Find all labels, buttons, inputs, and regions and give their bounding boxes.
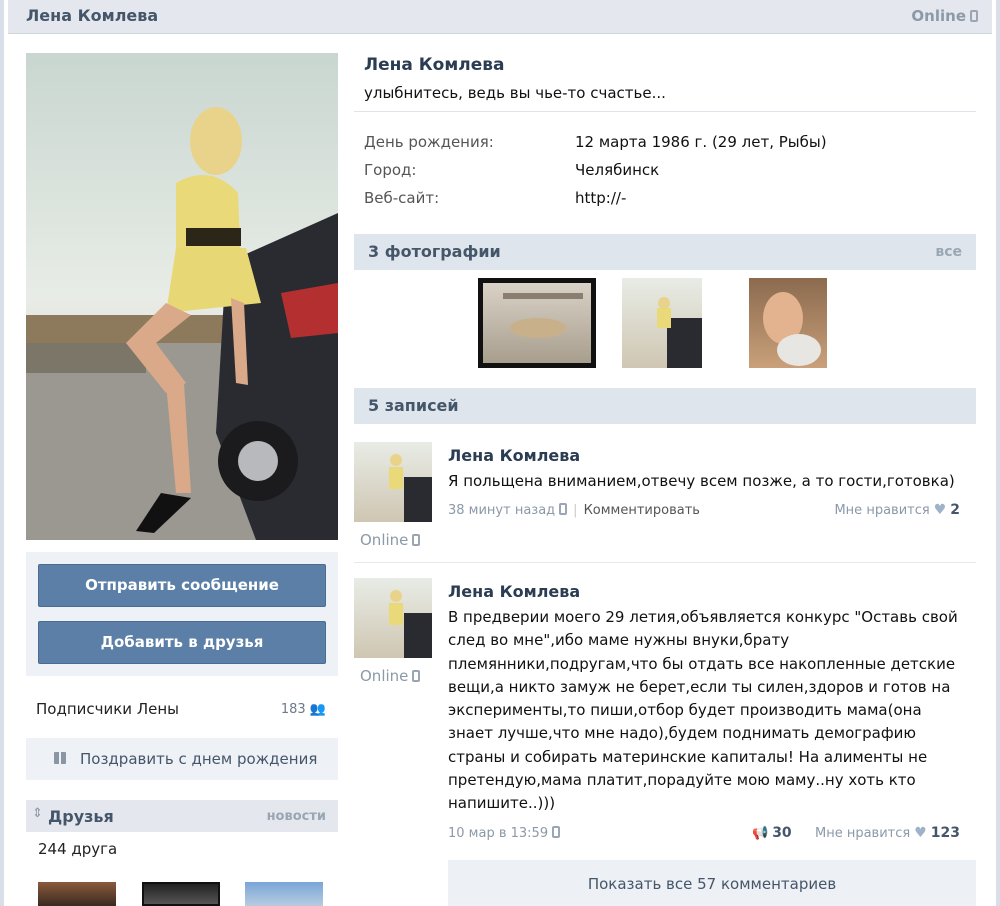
action-buttons: Отправить сообщение Добавить в друзья bbox=[26, 552, 338, 676]
friends-header: ⇕ Друзья новости bbox=[26, 800, 338, 832]
friend-thumbnail[interactable] bbox=[142, 882, 220, 906]
comment-link[interactable]: Комментировать bbox=[584, 503, 700, 518]
friends-title[interactable]: Друзья bbox=[48, 807, 114, 826]
profile-name: Лена Комлева bbox=[364, 55, 505, 75]
post-author-avatar[interactable] bbox=[354, 442, 432, 522]
post-author-name[interactable]: Лена Комлева bbox=[448, 582, 580, 601]
photo-thumbnail[interactable] bbox=[622, 278, 702, 368]
post-author-name[interactable]: Лена Комлева bbox=[448, 446, 580, 465]
post-text-line: страны и собирать материнские капиталы! … bbox=[448, 747, 928, 766]
post-text: Я польщена вниманием,отвечу всем позже, … bbox=[448, 472, 955, 490]
photo-thumbnail[interactable] bbox=[749, 278, 827, 368]
photo-image bbox=[763, 292, 821, 366]
friend-thumbnail[interactable] bbox=[38, 882, 116, 906]
post-text-line: вещи,а никто замуж не берет,если ты силе… bbox=[448, 677, 951, 696]
post-text: В предверии моего 29 летия,объявляется к… bbox=[448, 606, 968, 816]
post-author-online: Online bbox=[360, 667, 421, 685]
post-text-line: след во мне",ибо маме нужны внуки,брату bbox=[448, 631, 790, 650]
post-time[interactable]: 38 минут назад bbox=[448, 503, 555, 518]
heart-icon: ♥ bbox=[933, 502, 947, 518]
sort-arrows-icon[interactable]: ⇕ bbox=[32, 806, 43, 821]
post-divider bbox=[354, 562, 976, 563]
mobile-icon bbox=[412, 534, 421, 546]
like-button[interactable]: Мне нравится ♥ 123 bbox=[815, 825, 960, 841]
post-meta: 38 минут назад | Комментировать bbox=[448, 503, 700, 518]
mobile-icon bbox=[412, 670, 421, 682]
birthday-greeting-button[interactable]: Поздравить с днем рождения bbox=[26, 738, 338, 780]
mobile-icon bbox=[552, 826, 561, 838]
wall-title[interactable]: 5 записей bbox=[368, 396, 459, 415]
info-value[interactable]: Челябинск bbox=[575, 161, 659, 179]
post-text-line: эксперименты,то пиши,отбор будет произво… bbox=[448, 701, 922, 720]
like-label: Мне нравится bbox=[814, 826, 911, 841]
gift-icon bbox=[54, 750, 66, 764]
subscribers-label: Подписчики Лены bbox=[36, 700, 179, 718]
profile-status: улыбнитесь, ведь вы чье-то счастье... bbox=[364, 84, 666, 102]
mobile-icon bbox=[970, 10, 978, 22]
heart-icon: ♥ bbox=[914, 825, 927, 841]
subscribers-count-value: 183 bbox=[280, 702, 306, 717]
friends-news-link[interactable]: новости bbox=[267, 809, 326, 824]
like-label: Мне нравится bbox=[834, 503, 930, 518]
header-name[interactable]: Лена Комлева bbox=[26, 6, 158, 25]
photos-header: 3 фотографии все bbox=[354, 234, 976, 270]
like-count: 123 bbox=[930, 825, 960, 841]
profile-page: Лена Комлева Online Отправить сообщение … bbox=[0, 0, 1000, 906]
top-bar: Лена Комлева Online bbox=[8, 0, 992, 34]
subscribers-link[interactable]: Подписчики Лены 183 👥 bbox=[36, 700, 326, 718]
post-author-avatar[interactable] bbox=[354, 578, 432, 658]
post-text-line: напишите..))) bbox=[448, 794, 556, 813]
online-label: Online bbox=[911, 7, 966, 25]
avatar-image bbox=[389, 590, 432, 658]
show-all-comments-button[interactable]: Показать все 57 комментариев bbox=[448, 860, 976, 906]
post-text-line: В предверии моего 29 летия,объявляется к… bbox=[448, 608, 958, 626]
online-label: Online bbox=[360, 667, 409, 685]
wall-header: 5 записей bbox=[354, 388, 976, 424]
friends-count[interactable]: 244 друга bbox=[38, 840, 117, 858]
avatar-image bbox=[389, 454, 432, 522]
mobile-icon bbox=[559, 503, 568, 515]
people-icon: 👥 bbox=[309, 702, 326, 717]
profile-avatar[interactable] bbox=[26, 53, 338, 540]
post-text-line: знает лучше,что мне надо),будем поднимат… bbox=[448, 724, 917, 743]
post-author-online: Online bbox=[360, 531, 421, 549]
photos-title[interactable]: 3 фотографии bbox=[368, 242, 501, 261]
photos-all-link[interactable]: все bbox=[935, 244, 962, 260]
info-label: Веб-сайт: bbox=[364, 189, 440, 207]
like-count: 2 bbox=[950, 502, 960, 518]
megaphone-icon: 📢 bbox=[752, 826, 769, 841]
photo-image bbox=[503, 293, 583, 338]
photo-thumbnail[interactable] bbox=[478, 278, 596, 368]
divider bbox=[354, 111, 976, 112]
subscribers-count: 183 👥 bbox=[281, 702, 326, 717]
friend-thumbnail[interactable] bbox=[245, 882, 323, 906]
online-label: Online bbox=[360, 531, 409, 549]
post-text-line: претендую,мама платит,порадуйте мою маму… bbox=[448, 771, 916, 790]
photo-image bbox=[657, 297, 702, 368]
like-button[interactable]: Мне нравится ♥ 2 bbox=[834, 502, 960, 518]
post-time[interactable]: 10 мар в 13:59 bbox=[448, 826, 548, 841]
birthday-label: Поздравить с днем рождения bbox=[80, 750, 318, 768]
info-label: Город: bbox=[364, 161, 417, 179]
post-meta: 10 мар в 13:59 bbox=[448, 826, 561, 841]
share-button[interactable]: 📢 30 bbox=[752, 825, 792, 841]
add-friend-button[interactable]: Добавить в друзья bbox=[38, 621, 326, 664]
info-value[interactable]: http://- bbox=[575, 189, 626, 207]
info-label: День рождения: bbox=[364, 133, 494, 151]
header-online-status: Online bbox=[911, 7, 978, 25]
send-message-button[interactable]: Отправить сообщение bbox=[38, 564, 326, 607]
avatar-image bbox=[26, 53, 338, 540]
info-value[interactable]: 12 марта 1986 г. (29 лет, Рыбы) bbox=[575, 133, 827, 151]
share-count: 30 bbox=[772, 825, 792, 841]
post-text-line: племянники,подругам,что бы отдать все на… bbox=[448, 654, 956, 673]
